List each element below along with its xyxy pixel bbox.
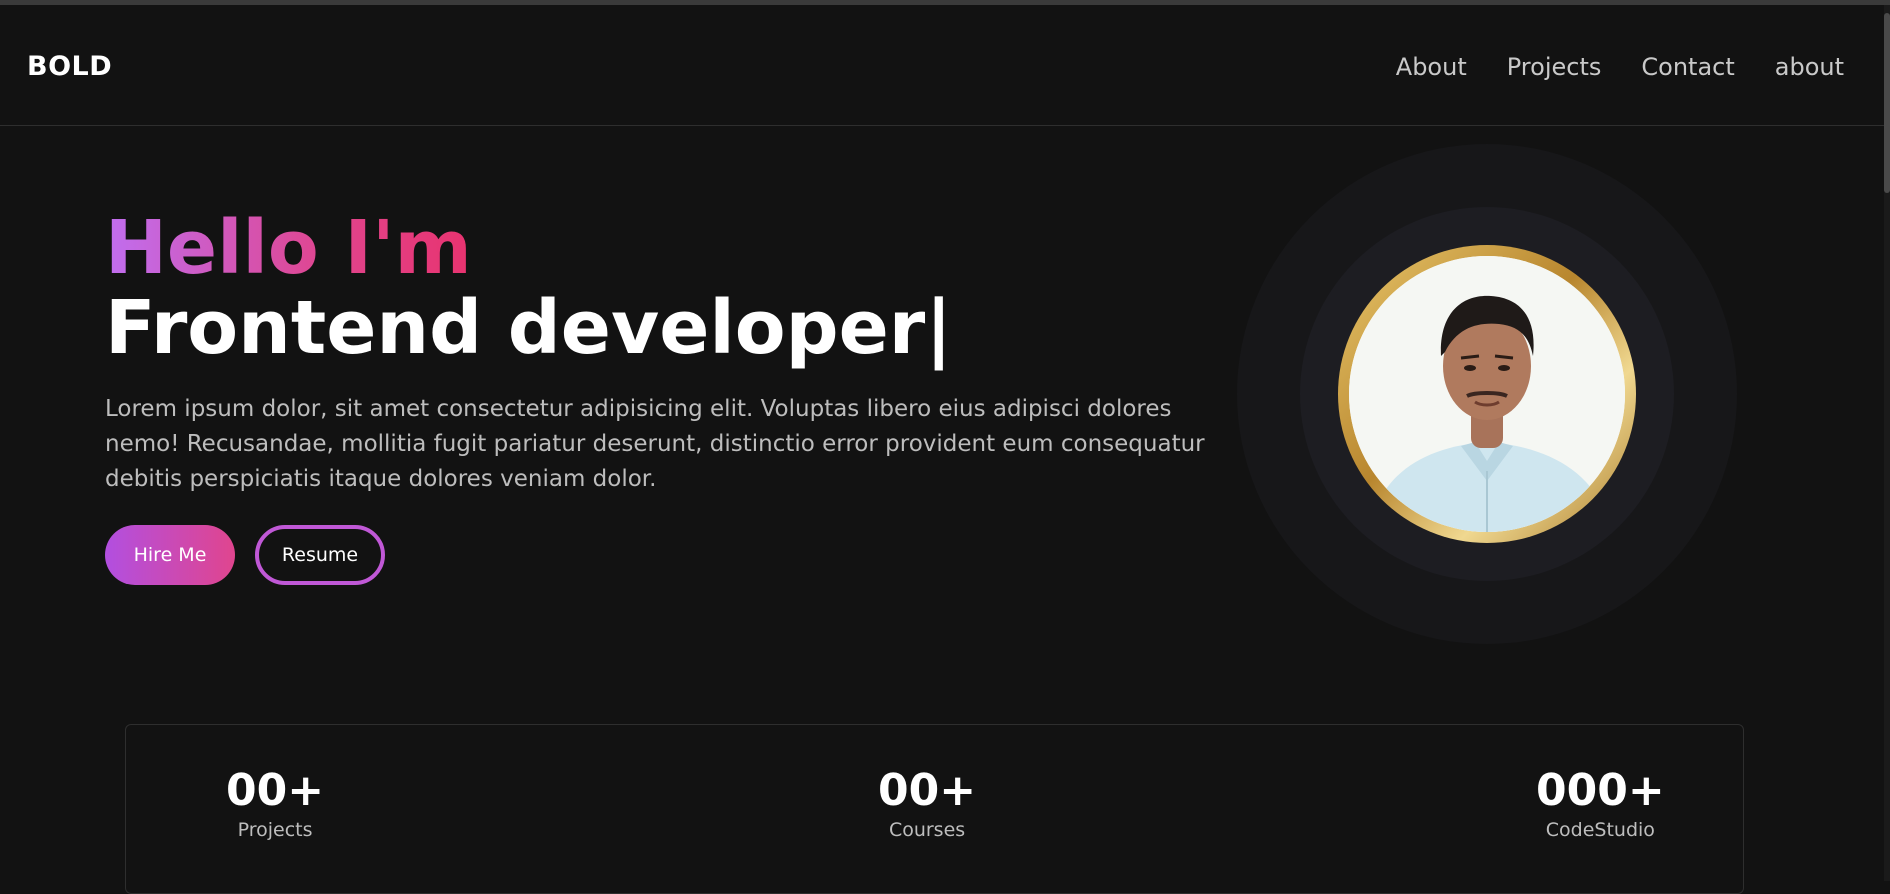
brand-logo[interactable]: BOLD [27,51,112,82]
avatar-frame [1338,245,1636,543]
nav-link-about-secondary[interactable]: about [1775,53,1844,81]
scrollbar[interactable] [1884,5,1890,881]
scrollbar-thumb[interactable] [1884,13,1890,193]
stat-value: 000+ [1536,765,1665,816]
stat-codestudio: 000+ CodeStudio [1536,765,1665,842]
stat-projects: 00+ Projects [226,765,325,842]
nav-link-projects[interactable]: Projects [1507,53,1602,81]
hero-greeting: Hello I'm [105,205,472,291]
stat-value: 00+ [226,765,325,816]
nav-links: About Projects Contact about [1396,53,1844,81]
hero-role-text: Frontend developer [105,285,926,371]
nav-link-contact[interactable]: Contact [1641,53,1734,81]
stat-value: 00+ [878,765,977,816]
hero-text: Hello I'm Frontend developer| Lorem ipsu… [105,208,1245,497]
avatar [1349,256,1625,532]
hero-buttons: Hire Me Resume [105,525,385,585]
resume-button[interactable]: Resume [255,525,385,585]
hero-description: Lorem ipsum dolor, sit amet consectetur … [105,396,1205,492]
hero-role: Frontend developer| [105,288,1245,368]
stats-panel: 00+ Projects 00+ Courses 000+ CodeStudio [125,724,1744,894]
stat-courses: 00+ Courses [878,765,977,842]
stat-label: CodeStudio [1545,819,1655,841]
hire-me-button[interactable]: Hire Me [105,525,235,585]
stat-label: Courses [888,819,966,841]
stat-label: Projects [237,819,313,841]
nav-link-about[interactable]: About [1396,53,1467,81]
profile-photo-icon [1349,256,1625,532]
typing-cursor: | [925,285,953,371]
navbar: BOLD About Projects Contact about [0,5,1884,126]
